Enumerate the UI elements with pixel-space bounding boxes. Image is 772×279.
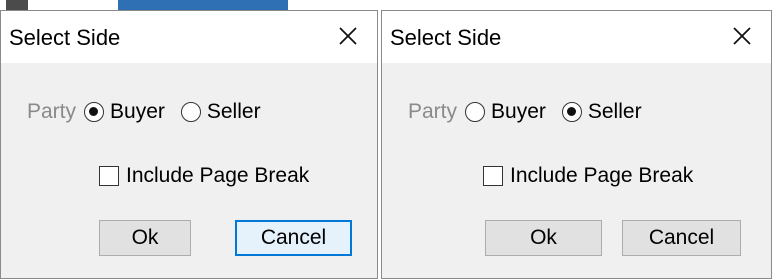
include-page-break-label: Include Page Break [126,164,310,187]
dialog-title: Select Side [9,25,121,50]
select-side-dialog-buyer: Select Side Party Buyer Seller Include P… [0,10,378,279]
include-page-break-checkbox[interactable] [483,166,503,186]
close-icon [339,27,357,45]
party-label: Party [27,100,77,123]
radio-seller-label: Seller [587,100,642,123]
close-icon [733,27,751,45]
radio-buyer[interactable]: Buyer [465,100,546,124]
cancel-button[interactable]: Cancel [235,220,352,256]
radio-buyer[interactable]: Buyer [84,100,165,124]
radio-buyer-label: Buyer [491,100,546,123]
radio-buyer-dot[interactable] [465,102,486,122]
cancel-button[interactable]: Cancel [622,220,741,256]
ok-button[interactable]: Ok [99,220,191,256]
radio-seller[interactable]: Seller [180,100,261,124]
close-button[interactable] [333,21,363,51]
close-button[interactable] [727,21,757,51]
radio-seller-dot[interactable] [561,102,582,122]
dialog-titlebar: Select Side [382,11,771,63]
party-row: Party Buyer Seller [27,97,277,127]
include-page-break-checkbox[interactable] [99,166,119,186]
radio-seller-dot[interactable] [180,102,201,122]
radio-buyer-dot[interactable] [84,102,105,122]
background-highlight [118,0,288,10]
include-page-break-row[interactable]: Include Page Break [99,164,309,188]
select-side-dialog-seller: Select Side Party Buyer Seller Include P… [381,10,772,279]
dialog-title: Select Side [390,25,502,50]
party-label: Party [408,100,458,123]
radio-seller-label: Seller [206,100,261,123]
ok-button[interactable]: Ok [485,220,602,256]
include-page-break-row[interactable]: Include Page Break [483,164,693,188]
background-icon [6,0,28,10]
include-page-break-label: Include Page Break [510,164,694,187]
radio-buyer-label: Buyer [110,100,165,123]
dialog-titlebar: Select Side [1,11,377,63]
radio-seller[interactable]: Seller [561,100,642,124]
party-row: Party Buyer Seller [408,97,658,127]
